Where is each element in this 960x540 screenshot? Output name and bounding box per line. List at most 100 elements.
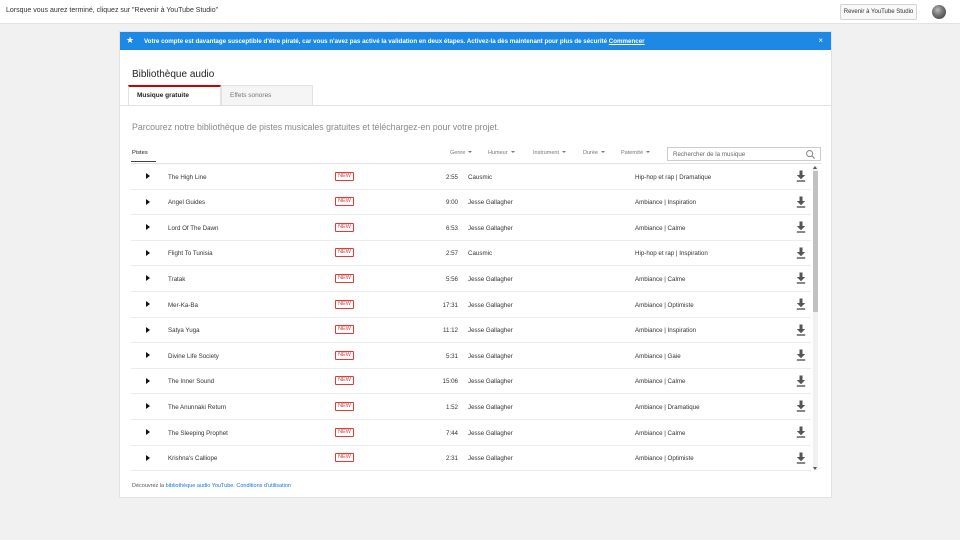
search-input[interactable] [673,150,798,159]
track-genre: Ambiance | Calme [635,378,686,386]
track-duration: 5:31 [445,352,458,360]
terms-link[interactable]: Conditions d'utilisation [236,483,291,489]
duration-filter[interactable]: Durée [583,150,605,156]
close-icon[interactable]: × [818,36,823,45]
track-title: Divine Life Society [168,352,219,360]
track-title: Tratak [168,275,186,283]
audio-library-card: ★ Votre compte est davantage susceptible… [119,31,832,498]
table-row[interactable]: Lord Of The Dawn NEW 6:53 Jesse Gallagher Am… [131,215,811,241]
download-icon[interactable] [796,272,806,285]
tracks-tab-underline [131,161,156,162]
table-row[interactable]: Krishna's Calliope NEW 2:31 Jesse Gallagher… [131,446,811,472]
track-artist: Jesse Gallagher [468,199,513,207]
download-icon[interactable] [796,400,806,413]
dropdown-caret-icon [510,150,515,153]
table-row[interactable]: The Inner Sound NEW 15:06 Jesse Gallagher Am… [131,369,811,395]
instrument-filter[interactable]: Instrument [533,150,566,156]
track-title: The Sleeping Prophet [168,429,228,437]
table-row[interactable]: Mer-Ka-Ba NEW 17:31 Jesse Gallagher Ambiance… [131,292,811,318]
new-badge: NEW [335,222,354,232]
new-badge: NEW [335,401,354,411]
music-search-box [667,147,821,161]
table-row[interactable]: Tratak NEW 5:56 Jesse Gallagher Ambiance | C… [131,266,811,292]
track-title: Angel Guides [168,199,206,207]
track-artist: Jesse Gallagher [468,403,513,411]
track-title: Flight To Tunisia [168,250,213,258]
table-row[interactable]: Angel Guides NEW 9:00 Jesse Gallagher Ambian… [131,190,811,216]
download-icon[interactable] [796,349,806,361]
track-genre: Hip-hop et rap | Dramatique [635,173,712,181]
download-icon[interactable] [796,375,806,387]
library-link[interactable]: bibliothèque audio YouTube. [166,483,235,489]
download-icon[interactable] [796,426,806,438]
play-icon[interactable] [146,454,150,461]
track-title: Krishna's Calliope [168,455,218,463]
table-row[interactable]: Satya Yuga NEW 11:12 Jesse Gallagher Ambianc… [131,318,811,344]
play-icon[interactable] [146,249,150,256]
play-icon[interactable] [146,301,150,307]
page-title: Bibliothèque audio [132,69,215,80]
play-icon[interactable] [146,352,150,359]
banner-message: Votre compte est davantage susceptible d… [144,37,608,45]
top-bar: Lorsque vous aurez terminé, cliquez sur … [0,0,960,24]
table-row[interactable]: The Sleeping Prophet NEW 7:44 Jesse Gallagh… [131,420,811,446]
download-icon[interactable] [796,196,806,208]
back-to-studio-button[interactable]: Revenir à YouTube Studio [840,4,917,20]
play-icon[interactable] [146,403,150,410]
new-badge: NEW [335,299,354,309]
search-icon[interactable] [805,149,816,160]
mood-filter[interactable]: Humeur [488,150,515,156]
download-icon[interactable] [796,170,806,182]
track-duration: 1:52 [445,403,458,411]
download-icon[interactable] [796,221,806,233]
table-row[interactable]: Divine Life Society NEW 5:31 Jesse Gallaghe… [131,343,811,369]
track-duration: 11:12 [442,327,458,335]
scroll-down-icon[interactable] [813,467,817,470]
table-row[interactable]: Flight To Tunisia NEW 2:57 Causmic Hip-hop e… [131,241,811,267]
track-title: Satya Yuga [168,327,200,335]
attribution-filter[interactable]: Paternité [621,150,651,156]
new-badge: NEW [335,273,354,283]
dropdown-caret-icon [646,150,651,153]
track-artist: Jesse Gallagher [468,455,513,463]
track-genre: Ambiance | Calme [635,429,686,437]
tab-free-music[interactable]: Musique gratuite [128,85,221,105]
track-artist: Jesse Gallagher [468,429,513,437]
track-genre: Ambiance | Optimiste [635,301,694,309]
play-icon[interactable] [146,224,150,231]
scrollbar[interactable] [813,166,818,470]
track-duration: 6:53 [445,224,458,232]
download-icon[interactable] [796,452,806,464]
table-row[interactable]: The Anunnaki Return NEW 1:52 Jesse Gallaghe… [131,394,811,420]
download-icon[interactable] [796,247,806,259]
track-artist: Causmic [468,250,493,258]
track-artist: Jesse Gallagher [468,275,513,283]
track-title: Mer-Ka-Ba [168,301,198,309]
track-genre: Ambiance | Optimiste [635,455,694,463]
table-row[interactable]: The High Line NEW 2:55 Causmic Hip-hop et ra… [131,164,811,190]
tab-sound-effects[interactable]: Effets sonores [221,85,313,105]
play-icon[interactable] [146,275,150,282]
instrument-filter-label: Instrument [533,150,559,156]
play-icon[interactable] [146,173,150,179]
download-icon[interactable] [796,298,806,310]
track-artist: Jesse Gallagher [468,327,513,335]
play-icon[interactable] [146,377,150,384]
scroll-up-icon[interactable] [813,166,817,169]
banner-start-link[interactable]: Commencer [609,38,645,45]
instruction-message: Lorsque vous aurez terminé, cliquez sur … [6,7,219,14]
tracks-tab[interactable]: Pistes [132,150,148,156]
scroll-thumb[interactable] [813,171,818,312]
download-icon[interactable] [796,324,806,336]
track-duration: 15:06 [442,378,458,386]
play-icon[interactable] [146,326,150,333]
genre-filter[interactable]: Genre [450,150,473,156]
track-duration: 2:55 [445,173,458,181]
play-icon[interactable] [146,429,150,435]
avatar[interactable] [932,5,946,19]
track-genre: Ambiance | Inspiration [635,327,697,335]
track-duration: 2:57 [445,250,458,258]
attribution-filter-label: Paternité [621,150,644,156]
play-icon[interactable] [146,198,150,205]
footer: Découvrez la bibliothèque audio YouTube.… [132,483,291,489]
